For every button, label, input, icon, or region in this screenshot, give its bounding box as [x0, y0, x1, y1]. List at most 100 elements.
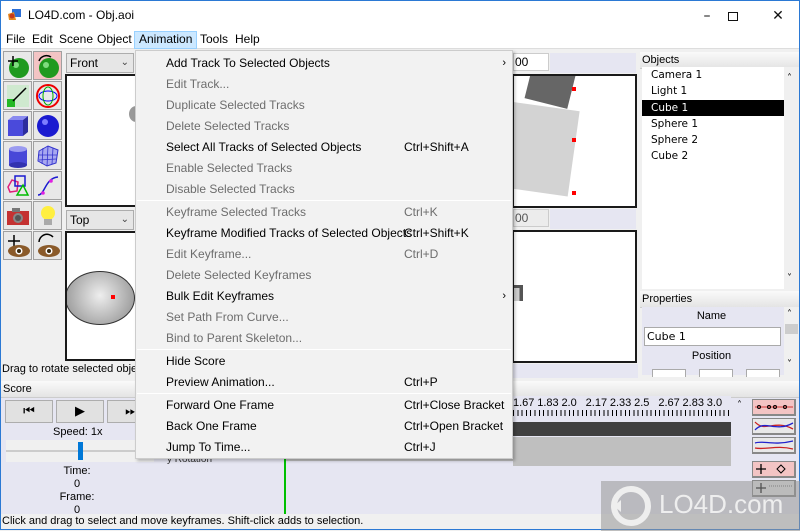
- move-view-tool[interactable]: [3, 231, 32, 260]
- object-item-selected[interactable]: Cube 1: [642, 99, 784, 116]
- play-button[interactable]: ▶: [56, 400, 104, 423]
- front-view-select[interactable]: Front ⌄: [66, 53, 134, 73]
- rewind-icon: ⏮: [23, 404, 35, 419]
- menu-item-shortcut: Ctrl+Shift+K: [404, 226, 469, 240]
- name-label: Name: [696, 310, 727, 322]
- scale-tool[interactable]: [3, 81, 32, 110]
- sphere-shape: [67, 271, 135, 325]
- properties-scrollbar[interactable]: ˄ ˅: [784, 307, 799, 375]
- position-z-field[interactable]: [746, 369, 780, 377]
- camera-tool[interactable]: [3, 201, 32, 230]
- menu-item-label: Hide Score: [166, 354, 226, 368]
- sphere-tool-icon: [36, 114, 59, 137]
- top-right-field[interactable]: 00: [513, 53, 549, 71]
- menu-item-hide-score[interactable]: Hide Score: [136, 351, 512, 372]
- skew-tool[interactable]: [33, 81, 62, 110]
- menu-item-shortcut: Ctrl+D: [404, 247, 439, 261]
- menu-animation[interactable]: Animation: [134, 31, 198, 49]
- scroll-up-icon[interactable]: ˄: [787, 309, 792, 320]
- menu-help[interactable]: Help: [231, 31, 264, 49]
- menu-separator: [137, 349, 511, 350]
- menu-item-shortcut: Ctrl+K: [404, 205, 438, 219]
- sphere-tool[interactable]: [33, 111, 62, 140]
- ruler-tick-label: 2.67: [658, 397, 680, 409]
- scale-tool-icon: [6, 84, 29, 107]
- curve-tool[interactable]: [33, 171, 62, 200]
- light-tool[interactable]: [33, 201, 62, 230]
- window-title: LO4D.com - Obj.aoi: [28, 8, 135, 22]
- scroll-down-icon[interactable]: ˅: [787, 273, 792, 284]
- polymesh-tool[interactable]: [33, 141, 62, 170]
- bottom-right-field[interactable]: 00: [513, 209, 549, 227]
- perspective-viewport[interactable]: [512, 74, 637, 208]
- ruler-tick-label: 1.67: [513, 397, 535, 409]
- close-button[interactable]: ✕: [755, 1, 800, 31]
- cube-tool[interactable]: [3, 111, 32, 140]
- menu-scene[interactable]: Scene: [55, 31, 97, 49]
- menu-item-forward-one-frame[interactable]: Forward One Frame Ctrl+Close Bracket: [136, 395, 512, 416]
- maximize-button[interactable]: [710, 1, 756, 31]
- animation-menu: Add Track To Selected Objects › Edit Track…: [135, 50, 513, 459]
- graph-mode-button[interactable]: [752, 437, 796, 454]
- name-field[interactable]: Cube 1: [644, 327, 781, 346]
- frame-label: Frame:: [59, 491, 95, 503]
- move-view-tool-icon: [7, 234, 30, 257]
- top-view-label: Top: [70, 213, 90, 227]
- position-y-field[interactable]: [699, 369, 733, 377]
- side-viewport[interactable]: [512, 230, 637, 363]
- cylinder-tool[interactable]: [3, 141, 32, 170]
- curve-mode-button[interactable]: [752, 418, 796, 435]
- object-item[interactable]: Sphere 1: [642, 116, 784, 132]
- menu-item-select-all-tracks-of-selected-objects[interactable]: Select All Tracks of Selected Objects Ctr…: [136, 137, 512, 158]
- scroll-up-icon[interactable]: ˄: [787, 73, 792, 84]
- object-item[interactable]: Camera 1: [642, 67, 784, 83]
- keyframe-mode-button[interactable]: [752, 399, 796, 416]
- skew-tool-icon: [35, 83, 60, 108]
- menu-edit[interactable]: Edit: [28, 31, 57, 49]
- menu-item-preview-animation[interactable]: Preview Animation... Ctrl+P: [136, 372, 512, 393]
- menu-item-shortcut: Ctrl+J: [404, 440, 436, 454]
- top-view-select[interactable]: Top ⌄: [66, 210, 134, 230]
- track-row[interactable]: [513, 437, 731, 451]
- menu-item-shortcut: Ctrl+Shift+A: [404, 140, 469, 154]
- menu-item-label: Keyframe Modified Tracks of Selected Obj…: [166, 226, 413, 240]
- time-ruler[interactable]: 1.67 1.83 2.0 2.17 2.33 2.5 2.67 2.83 3.0: [513, 396, 731, 422]
- properties-panel-header: Properties: [640, 291, 799, 308]
- speed-slider-thumb[interactable]: [78, 442, 83, 460]
- properties-panel: Name Cube 1 Position: [642, 307, 784, 377]
- timeline-cursor[interactable]: [284, 456, 286, 514]
- top-viewport[interactable]: [65, 231, 137, 361]
- menu-tools[interactable]: Tools: [196, 31, 232, 49]
- score-scroll-up-icon[interactable]: ˄: [737, 400, 742, 411]
- move-tool[interactable]: [3, 51, 32, 80]
- rotate-view-tool[interactable]: [33, 231, 62, 260]
- menu-item-keyframe-modified-tracks-of-selected-objects[interactable]: Keyframe Modified Tracks of Selected Obj…: [136, 223, 512, 244]
- selection-handle: [572, 138, 576, 142]
- move-keyframe-icon: [756, 464, 786, 474]
- menu-item-add-track-to-selected-objects[interactable]: Add Track To Selected Objects ›: [136, 53, 512, 74]
- track-row-dark[interactable]: [513, 422, 731, 436]
- menu-item-label: Edit Track...: [166, 77, 230, 91]
- menu-item-back-one-frame[interactable]: Back One Frame Ctrl+Open Bracket: [136, 416, 512, 437]
- scroll-down-icon[interactable]: ˅: [787, 359, 792, 370]
- scroll-thumb[interactable]: [785, 324, 798, 334]
- objects-scrollbar[interactable]: ˄ ˅: [784, 67, 799, 289]
- rewind-button[interactable]: ⏮: [5, 400, 53, 423]
- position-x-field[interactable]: [652, 369, 686, 377]
- field-value: 00: [515, 55, 529, 69]
- rotate-tool[interactable]: [33, 51, 62, 80]
- object-item[interactable]: Sphere 2: [642, 132, 784, 148]
- menu-file[interactable]: File: [2, 31, 29, 49]
- object-item[interactable]: Cube 2: [642, 148, 784, 164]
- front-viewport[interactable]: [65, 74, 137, 207]
- menu-item-bulk-edit-keyframes[interactable]: Bulk Edit Keyframes ›: [136, 286, 512, 307]
- move-keyframe-button[interactable]: [752, 461, 796, 478]
- menu-object[interactable]: Object: [93, 31, 136, 49]
- polygon-tool[interactable]: [3, 171, 32, 200]
- selection-handle: [572, 191, 576, 195]
- menu-item-jump-to-time[interactable]: Jump To Time... Ctrl+J: [136, 437, 512, 458]
- speed-slider-track[interactable]: [6, 440, 154, 462]
- object-item[interactable]: Light 1: [642, 83, 784, 99]
- cube-shape: [524, 76, 576, 109]
- track-row[interactable]: [513, 452, 731, 466]
